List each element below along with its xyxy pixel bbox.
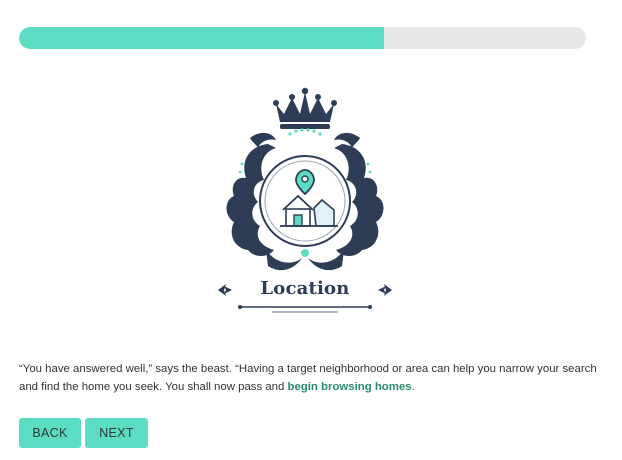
- begin-browsing-link[interactable]: begin browsing homes: [288, 381, 412, 393]
- progress-bar: [19, 27, 586, 49]
- story-text-end: .: [411, 381, 415, 393]
- location-badge: Location: [210, 86, 400, 318]
- next-button[interactable]: NEXT: [85, 418, 148, 448]
- back-button[interactable]: BACK: [19, 418, 81, 448]
- progress-bar-fill: [19, 27, 384, 49]
- story-text: “You have answered well,” says the beast…: [19, 360, 599, 396]
- badge-title: Location: [260, 278, 350, 299]
- crown-icon: [273, 87, 337, 129]
